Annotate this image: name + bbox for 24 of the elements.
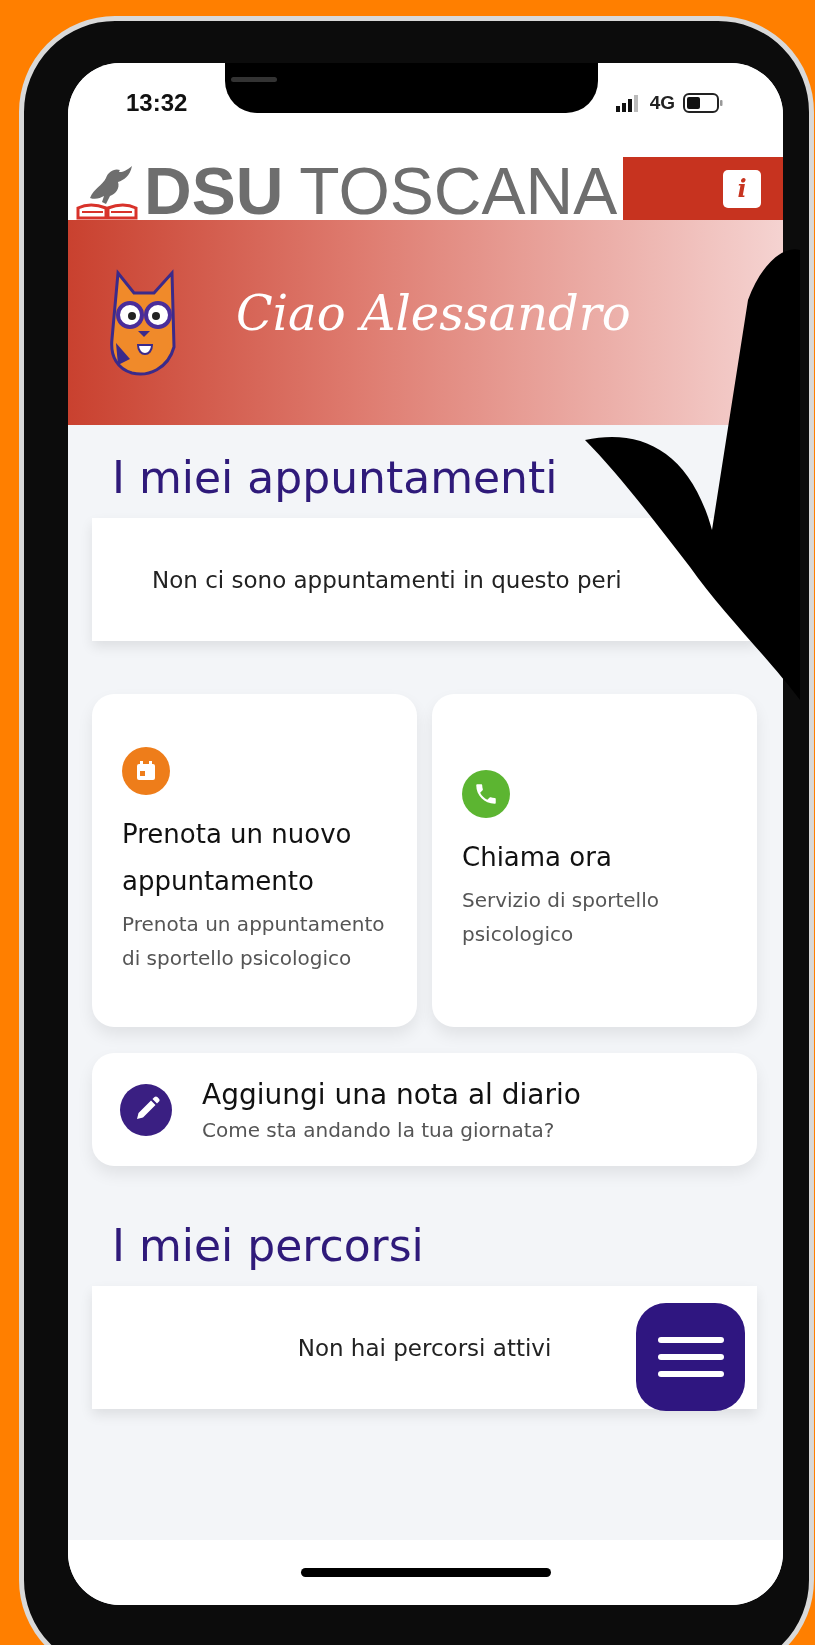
- diary-card[interactable]: Aggiungi una nota al diario Come sta andando la tua giornata?: [92, 1053, 757, 1166]
- logo-text: TOSCANA: [299, 162, 618, 220]
- diary-subtitle: Come sta andando la tua giornata?: [202, 1116, 556, 1144]
- tile-description: Prenota un appuntamento di sportello psicologico: [122, 910, 386, 972]
- tile-title: Chiama ora: [462, 841, 613, 874]
- menu-icon: [657, 1335, 724, 1379]
- status-time: 13:32: [126, 89, 188, 118]
- pegasus-book-logo-icon: [76, 164, 138, 220]
- action-tile[interactable]: Prenota un nuovo appuntamento Prenota un appuntamento di sportello psicologico: [92, 694, 417, 1027]
- tile-description: Servizio di sportello psicologico: [462, 887, 660, 948]
- section-heading: I miei percorsi: [111, 1219, 425, 1273]
- section-heading: I miei appuntamenti: [111, 451, 559, 505]
- action-tile[interactable]: Chiama ora Servizio di sportello psicologico: [432, 694, 757, 1027]
- info-button[interactable]: i: [723, 169, 761, 208]
- empty-state-message: Non ci sono appuntamenti in questo peri: [152, 566, 622, 593]
- network-label: 4G: [649, 92, 675, 114]
- diary-title: Aggiungi una nota al diario: [202, 1076, 581, 1113]
- pencil-icon: [120, 1083, 172, 1136]
- empty-state-message: Non hai percorsi attivi: [297, 1334, 552, 1361]
- greeting-text: Ciao Alessandro: [236, 284, 631, 341]
- tile-title: Prenota un nuovo appuntamento: [122, 817, 353, 898]
- menu-button[interactable]: [636, 1303, 745, 1411]
- logo-text: DSU: [144, 162, 284, 220]
- battery-icon: [683, 93, 723, 113]
